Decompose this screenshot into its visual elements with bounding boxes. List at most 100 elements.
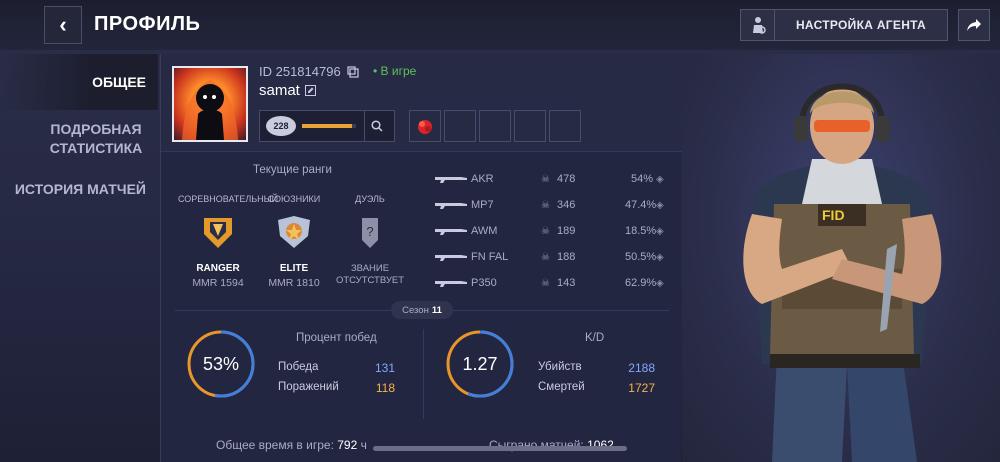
weapon-name: FN FAL	[471, 251, 509, 263]
skull-icon: ☠	[541, 277, 550, 289]
rank-mmr: MMR 1810	[268, 277, 320, 289]
rank-allies: СОЮЗНИКИ ELITE MMR 1810	[254, 194, 334, 289]
divider	[423, 329, 424, 419]
player-id-text: ID 251814796	[259, 64, 341, 79]
playtime-label: Общее время в игре:	[216, 438, 334, 452]
playtime-value: 792	[337, 438, 358, 452]
badge-slot[interactable]	[514, 110, 546, 142]
weapon-row: AWM ☠ 189 18.5% ◈	[435, 218, 675, 244]
back-button[interactable]: ‹	[44, 6, 82, 44]
nickname-text: samat	[259, 82, 300, 99]
sidebar-item-label: ОБЩЕЕ	[92, 73, 146, 90]
sidebar-item-label: ПОДРОБНАЯ СТАТИСТИКА	[49, 121, 143, 156]
level-badge: 228	[266, 116, 296, 136]
kills-value: 2188	[628, 361, 655, 375]
weapon-kills: 143	[557, 277, 576, 289]
kills-label: Убийств	[538, 361, 582, 373]
weapon-row: P350 ☠ 143 62.9% ◈	[435, 270, 675, 296]
headshot-icon: ◈	[656, 173, 664, 185]
weapon-icon	[435, 203, 467, 209]
headshot-icon: ◈	[656, 225, 664, 237]
svg-text:FID: FID	[822, 207, 845, 223]
weapon-row: AKR ☠ 478 54% ◈	[435, 166, 675, 192]
agent-preview[interactable]: FID	[682, 54, 1000, 462]
skull-icon: ☠	[541, 199, 550, 211]
playtime: Общее время в игре: 792 ч	[216, 438, 367, 452]
sidebar-item-general[interactable]: ОБЩЕЕ	[0, 54, 158, 110]
weapon-kills: 346	[557, 199, 576, 211]
headshot-icon: ◈	[656, 251, 664, 263]
weapon-name: AWM	[471, 225, 498, 237]
rank-duel: ДУЭЛЬ ? ЗВАНИЕ ОТСУТСТВУЕТ	[330, 194, 410, 287]
profile-panel: ID 251814796 • В игре samat 228 Текущие …	[160, 54, 682, 462]
losses-value: 118	[375, 381, 395, 395]
player-id: ID 251814796	[259, 64, 359, 79]
sidebar-item-match-history[interactable]: ИСТОРИЯ МАТЧЕЙ	[0, 180, 158, 199]
skull-icon: ☠	[541, 251, 550, 263]
ranger-rank-icon	[204, 218, 232, 248]
page-title: ПРОФИЛЬ	[94, 13, 201, 35]
deaths-value: 1727	[628, 381, 655, 395]
level-progress: 228	[259, 110, 395, 142]
rank-name: ELITE	[279, 263, 309, 274]
search-icon	[370, 120, 383, 132]
weapon-name: MP7	[471, 199, 494, 211]
agent-settings-button[interactable]: НАСТРОЙКА АГЕНТА	[740, 9, 948, 41]
weapon-headshot-pct: 47.4%	[625, 199, 657, 211]
agent-icon	[741, 10, 775, 40]
weapon-kills: 478	[557, 173, 576, 185]
playtime-unit: ч	[360, 438, 367, 452]
weapon-icon	[435, 229, 467, 235]
wins-value: 131	[374, 361, 395, 375]
sidebar: ОБЩЕЕ ПОДРОБНАЯ СТАТИСТИКА ИСТОРИЯ МАТЧЕ…	[0, 54, 158, 199]
top-bar: ‹ ПРОФИЛЬ НАСТРОЙКА АГЕНТА	[0, 0, 1000, 50]
weapon-headshot-pct: 50.5%	[625, 251, 657, 263]
weapon-kills: 189	[557, 225, 576, 237]
losses-label: Поражений	[278, 381, 339, 393]
rank-category: СОЮЗНИКИ	[267, 194, 321, 204]
search-button[interactable]	[364, 111, 388, 141]
share-button[interactable]	[958, 9, 990, 41]
avatar[interactable]	[172, 66, 248, 142]
badge-slot[interactable]	[549, 110, 581, 142]
weapon-icon	[435, 281, 467, 287]
season-number: 11	[431, 304, 442, 316]
weapon-headshot-pct: 62.9%	[625, 277, 657, 289]
player-nickname: samat	[259, 82, 316, 99]
badge-slot[interactable]	[444, 110, 476, 142]
headshot-icon: ◈	[656, 199, 664, 211]
rank-category: ДУЭЛЬ	[355, 194, 385, 204]
weapon-name: AKR	[471, 173, 494, 185]
rank-none-label: ЗВАНИЕ ОТСУТСТВУЕТ	[335, 263, 405, 286]
winrate-value: 53%	[202, 353, 240, 374]
ranks-title: Текущие ранги	[253, 164, 332, 176]
season-badge: Сезон 11	[391, 301, 453, 319]
svg-text:?: ?	[366, 224, 373, 239]
weapon-row: MP7 ☠ 346 47.4% ◈	[435, 192, 675, 218]
weapon-headshot-pct: 54%	[630, 173, 653, 185]
home-indicator[interactable]	[373, 446, 627, 451]
skull-icon: ☠	[541, 225, 550, 237]
rank-competitive: СОРЕВНОВАТЕЛЬНЫЙ RANGER MMR 1594	[178, 194, 279, 289]
wins-label: Победа	[278, 361, 319, 373]
skull-icon: ☠	[541, 173, 550, 185]
edit-icon[interactable]	[304, 85, 316, 96]
rank-category: СОРЕВНОВАТЕЛЬНЫЙ	[178, 194, 279, 204]
xp-bar	[302, 124, 356, 128]
rank-name: RANGER	[196, 263, 240, 274]
winrate-title: Процент побед	[296, 332, 377, 344]
sidebar-item-detailed-stats[interactable]: ПОДРОБНАЯ СТАТИСТИКА	[0, 120, 158, 158]
weapon-row: FN FAL ☠ 188 50.5% ◈	[435, 244, 675, 270]
badge-slot[interactable]	[479, 110, 511, 142]
headshot-icon: ◈	[656, 277, 664, 289]
rank-mmr: MMR 1594	[192, 277, 244, 289]
weapon-kills: 188	[557, 251, 576, 263]
season-label: Сезон	[402, 304, 429, 316]
badge-slot[interactable]	[409, 110, 441, 142]
weapon-icon	[435, 255, 467, 261]
top-weapons-list: AKR ☠ 478 54% ◈ MP7 ☠ 346 47.4% ◈ AWM ☠ 189 18.5% ◈ FN …	[435, 166, 675, 296]
copy-icon[interactable]	[347, 65, 359, 78]
elite-rank-icon	[278, 216, 310, 248]
kd-title: K/D	[585, 332, 605, 344]
sidebar-item-label: ИСТОРИЯ МАТЧЕЙ	[14, 181, 146, 197]
